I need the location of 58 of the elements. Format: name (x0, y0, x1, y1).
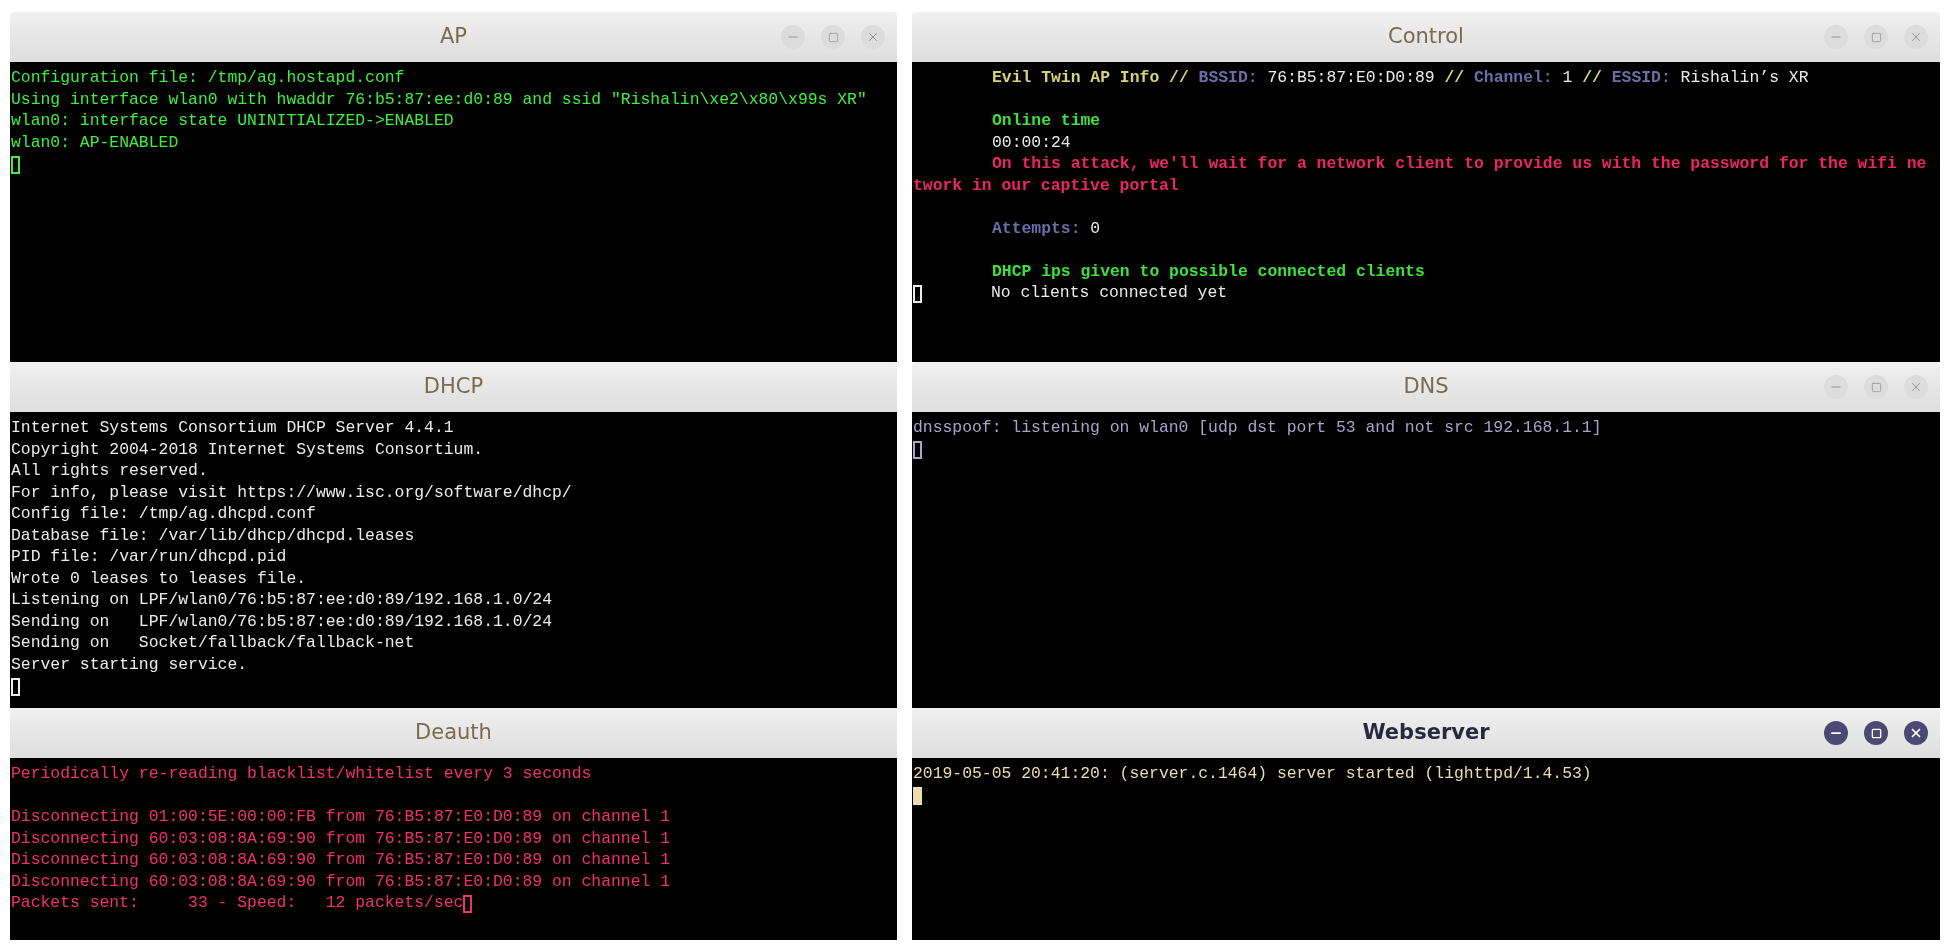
window-title: Deauth (415, 719, 492, 747)
terminal-line: twork in our captive portal (913, 174, 1179, 197)
terminal-text: Packets sent: 33 - Speed: 12 packets/sec (11, 892, 464, 915)
terminal-text: Channel: (1473, 67, 1553, 90)
terminal-text: 0 (1089, 217, 1101, 240)
terminal-text: Attempts: (992, 217, 1081, 240)
terminal-text: Rishalin’s XR (1679, 67, 1809, 90)
terminal-line: Using interface wlan0 with hwaddr 76:b5:87:ee:d0:89 and ssid "Rishalin\xe2\x80\x99s XR" (11, 88, 867, 111)
terminal-line: Disconnecting 60:03:08:8A:69:90 from 76:B5:87:E0:D0:89 on channel 1 (11, 849, 670, 872)
close-icon (1909, 30, 1923, 44)
window-title: DHCP (423, 373, 484, 401)
terminal-line: Server starting service. (11, 653, 248, 676)
terminal-line: Configuration file: /tmp/ag.hostapd.conf (11, 67, 405, 90)
terminal-line: All rights reserved. (11, 460, 208, 483)
terminal-text: 76:B5:87:E0:D0:89 (1266, 67, 1436, 90)
close-icon (1909, 380, 1923, 394)
window-title: AP (440, 23, 467, 51)
close-icon (1909, 726, 1923, 740)
terminal-line: Internet Systems Consortium DHCP Server 4.4.1 (11, 417, 454, 440)
terminal-line: wlan0: interface state UNINITIALIZED->ENABLED (11, 110, 454, 133)
close-button[interactable] (1904, 721, 1928, 745)
terminal-text: No clients connected yet (991, 282, 1228, 305)
terminal-line: Listening on LPF/wlan0/76:b5:87:ee:d0:89/192.168.1.0/24 (11, 589, 552, 612)
terminal-line: 2019-05-05 20:41:20: (server.c.1464) server started (lighttpd/1.4.53) (913, 763, 1592, 786)
terminal-text: 1 (1561, 67, 1574, 90)
square-icon (1870, 381, 1882, 393)
terminal-line: Sending on LPF/wlan0/76:b5:87:ee:d0:89/192.168.1.0/24 (11, 610, 552, 633)
window-title: DNS (1403, 373, 1449, 401)
terminal-line: Disconnecting 60:03:08:8A:69:90 from 76:B5:87:E0:D0:89 on channel 1 (11, 827, 670, 850)
terminal-line: 00:00:24 (992, 131, 1071, 154)
terminal-text: // (1444, 67, 1465, 90)
terminal-text: Evil Twin AP Info // (992, 67, 1189, 90)
terminal-line: wlan0: AP-ENABLED (11, 131, 179, 154)
terminal-line: For info, please visit https://www.isc.org/software/dhcp/ (11, 481, 572, 504)
terminal-line: Online time (992, 110, 1101, 133)
square-icon (1870, 31, 1882, 43)
window-title: Control (1388, 23, 1464, 51)
terminal-line: DHCP ips given to possible connected clients (992, 260, 1425, 283)
square-icon (1870, 727, 1882, 739)
terminal-line: Sending on Socket/fallback/fallback-net (11, 632, 415, 655)
square-icon (827, 31, 839, 43)
terminal-text: // (1582, 67, 1602, 90)
terminal-line: On this attack, we'll wait for a network client to provide us with the password for the wifi ne (992, 153, 1927, 176)
terminal-line: Periodically re-reading blacklist/whitelist every 3 seconds (11, 763, 592, 786)
terminal-text: ESSID: (1610, 67, 1671, 90)
terminal-line: Disconnecting 01:00:5E:00:00:FB from 76:B5:87:E0:D0:89 on channel 1 (11, 806, 670, 829)
terminal-line: Config file: /tmp/ag.dhcpd.conf (11, 503, 316, 526)
terminal-line: dnsspoof: listening on wlan0 [udp dst port 53 and not src 192.168.1.1] (913, 417, 1602, 440)
terminal-line: Database file: /var/lib/dhcp/dhcpd.leases (11, 524, 415, 547)
terminal-text: BSSID: (1197, 67, 1258, 90)
terminal-line: Copyright 2004-2018 Internet Systems Consortium. (11, 438, 484, 461)
maximize-button[interactable] (1864, 721, 1888, 745)
close-icon (866, 30, 880, 44)
terminal-line: Wrote 0 leases to leases file. (11, 567, 307, 590)
minimize-button[interactable] (1824, 721, 1848, 745)
terminal-line: PID file: /var/run/dhcpd.pid (11, 546, 287, 569)
terminal-line: Disconnecting 60:03:08:8A:69:90 from 76:B5:87:E0:D0:89 on channel 1 (11, 870, 670, 893)
window-title: Webserver (1362, 719, 1490, 747)
